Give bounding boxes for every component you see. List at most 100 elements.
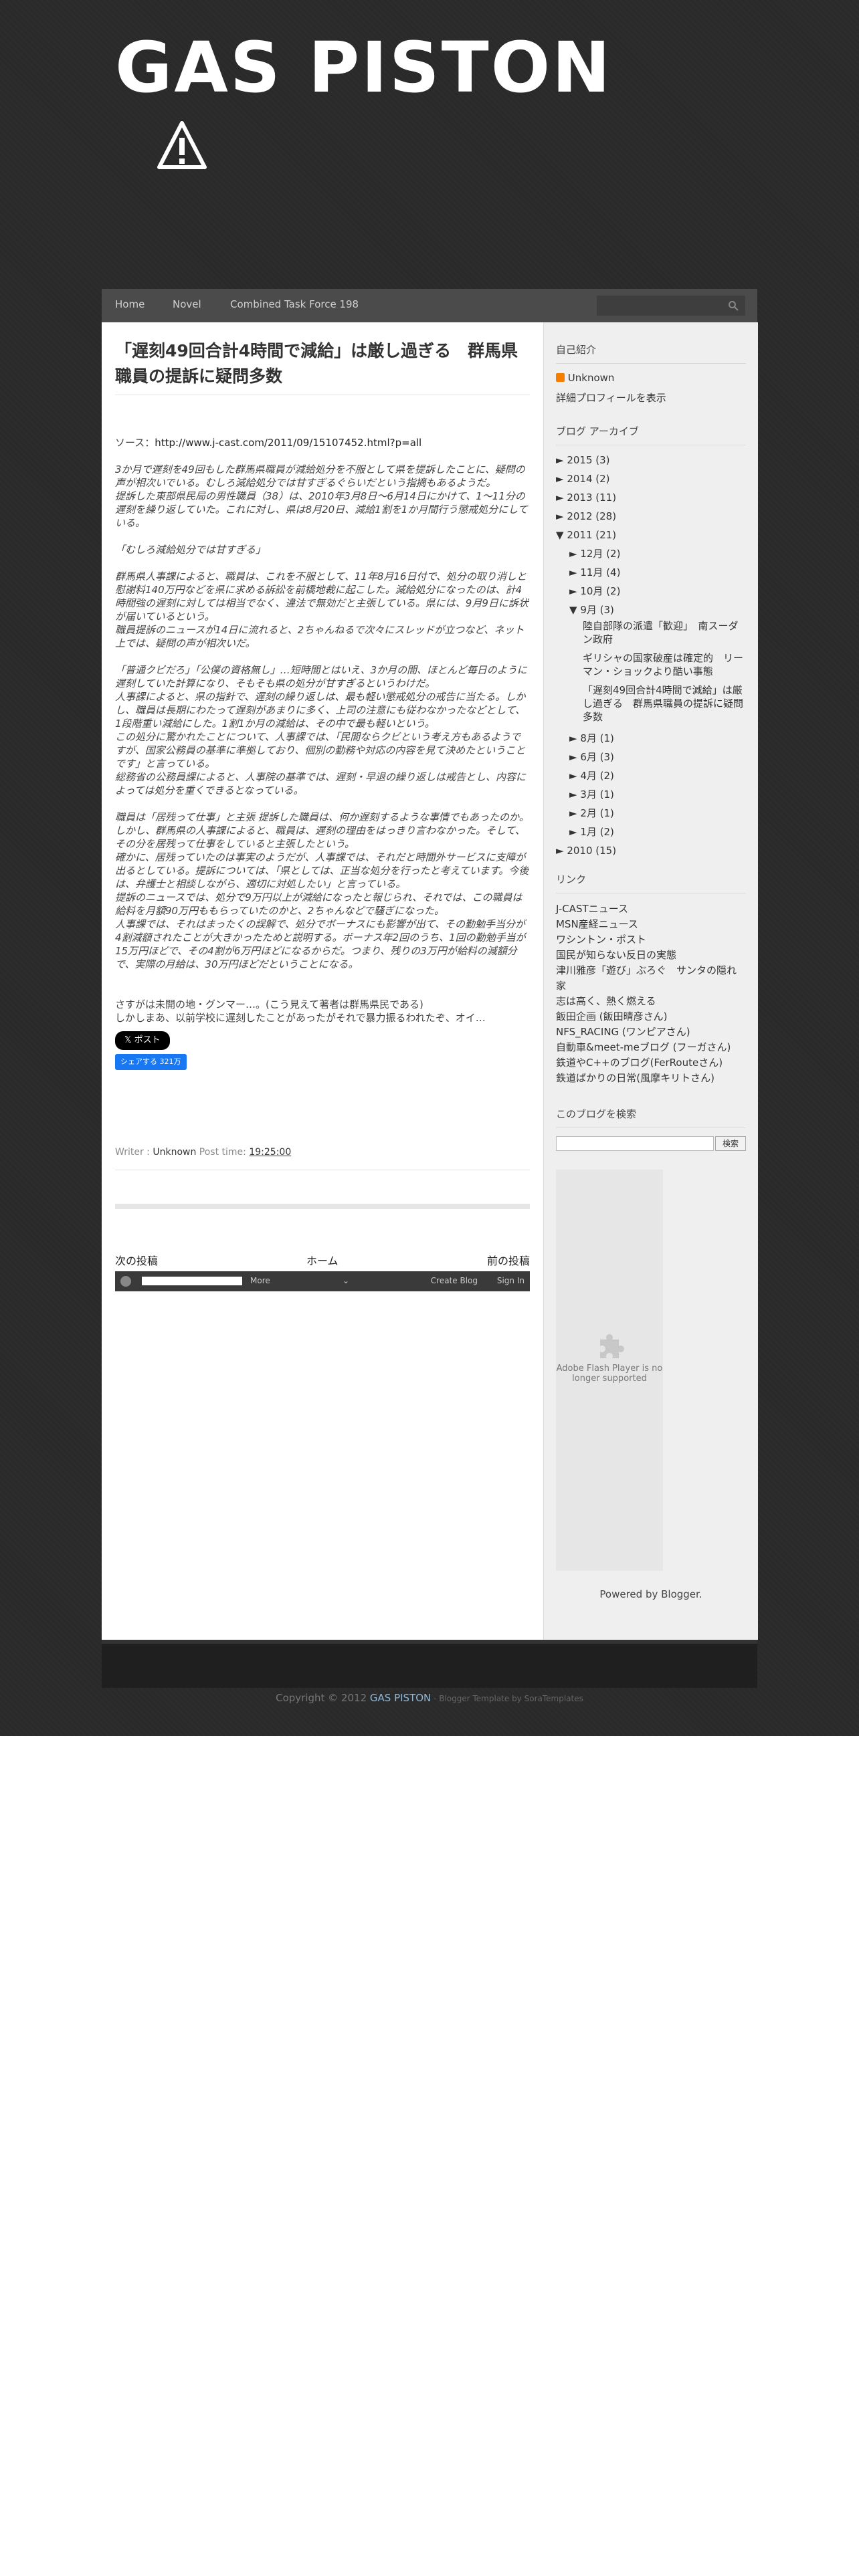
archive-item[interactable]: ► 10月 (2) [556,582,746,601]
blogger-logo-icon[interactable] [120,1276,131,1287]
archive-period-link[interactable]: 10月 [580,585,603,597]
sidebar-link[interactable]: 自動車&meet-meブログ (フーガさん) [556,1040,746,1055]
blog-title[interactable]: GAS PISTON [115,27,612,108]
expand-toggle-icon[interactable]: ► [569,548,580,560]
archive-item[interactable]: ► 12月 (2) [556,544,746,563]
newer-post-link[interactable]: 次の投稿 [115,1252,158,1268]
post-time[interactable]: 19:25:00 [249,1147,291,1158]
expand-toggle-icon[interactable]: ► [556,492,567,504]
sidebar-link[interactable]: J-CASTニュース [556,901,746,917]
archive-item[interactable]: ► 2010 (15) [556,841,746,860]
archive-item[interactable]: ► 2013 (11) [556,488,746,507]
expand-toggle-icon[interactable]: ► [569,585,580,597]
archive-count: (2) [596,826,614,838]
archive-period-link[interactable]: 9月 [580,604,597,616]
expand-toggle-icon[interactable]: ► [569,770,580,782]
sidebar-link[interactable]: MSN産経ニュース [556,917,746,932]
x-post-button[interactable]: 𝕏 ポスト [115,1031,170,1050]
archive-period-link[interactable]: 2011 [567,529,592,541]
blogger-search-input[interactable] [142,1277,242,1285]
archive-count: (15) [592,845,617,857]
archive-period-link[interactable]: 1月 [580,826,597,838]
expand-toggle-icon[interactable]: ► [569,807,580,819]
archive-period-link[interactable]: 2015 [567,454,592,466]
blogger-navbar: More ⌄ Create Blog Sign In [115,1271,530,1291]
sidebar-link[interactable]: NFS_RACING (ワンピアさん) [556,1025,746,1040]
nav-combined-task-force[interactable]: Combined Task Force 198 [230,298,359,310]
expand-toggle-icon[interactable]: ► [556,510,567,522]
archive-item[interactable]: ► 2014 (2) [556,469,746,488]
links-widget: リンク J-CASTニュース MSN産経ニュース ワシントン・ポスト 国民が知らない反… [556,872,746,1086]
widget-title: リンク [556,873,587,885]
expand-toggle-icon[interactable]: ► [556,473,567,485]
archive-item[interactable]: ▼ 2011 (21) [556,526,746,544]
archive-period-link[interactable]: 2010 [567,845,592,857]
collapse-toggle-icon[interactable]: ▼ [569,604,580,616]
archive-period-link[interactable]: 8月 [580,732,597,744]
archive-post-link[interactable]: ギリシャの国家破産は確定的 リーマン・ショックより酷い事態 [583,651,746,678]
archive-item[interactable]: ► 3月 (1) [556,785,746,804]
archive-period-link[interactable]: 2014 [567,473,592,485]
expand-toggle-icon[interactable]: ► [556,845,567,857]
archive-item[interactable]: ► 1月 (2) [556,823,746,841]
post-author[interactable]: Unknown [153,1147,196,1158]
footer-bar [102,1640,757,1688]
source-link[interactable]: http://www.j-cast.com/2011/09/15107452.h… [155,437,421,449]
archive-period-link[interactable]: 4月 [580,770,597,782]
nav-search-input[interactable] [597,296,745,316]
archive-period-link[interactable]: 2月 [580,807,597,819]
powered-by-blogger[interactable]: Powered by Blogger. [544,1588,758,1600]
search-icon[interactable] [728,300,739,311]
footer-vendor-link[interactable]: SoraTemplates [524,1694,583,1703]
post-title[interactable]: 「遅刻49回合計4時間で減給」は厳し過ぎる 群馬県職員の提訴に疑問多数 [115,338,523,389]
archive-period-link[interactable]: 2013 [567,492,592,504]
sidebar-link[interactable]: ワシントン・ポスト [556,932,746,948]
archive-period-link[interactable]: 12月 [580,548,603,560]
home-link[interactable]: ホーム [306,1252,339,1268]
nav-home[interactable]: Home [115,298,145,310]
archive-item[interactable]: ► 6月 (3) [556,748,746,766]
expand-toggle-icon[interactable]: ► [556,454,567,466]
sidebar-link[interactable]: 志は高く、熱く燃える [556,994,746,1009]
expand-toggle-icon[interactable]: ► [569,751,580,763]
archive-period-link[interactable]: 6月 [580,751,597,763]
expand-toggle-icon[interactable]: ► [569,788,580,800]
archive-period-link[interactable]: 3月 [580,788,597,800]
archive-item[interactable]: ► 8月 (1) [556,729,746,748]
collapse-toggle-icon[interactable]: ▼ [556,529,567,541]
footer-blog-link[interactable]: GAS PISTON [370,1692,431,1704]
archive-item[interactable]: ► 11月 (4) [556,563,746,582]
older-post-link[interactable]: 前の投稿 [487,1252,530,1268]
paragraph: 群馬県人事課によると、職員は、これを不服として、11年8月16日付で、処分の取り… [115,570,529,623]
archive-post-link[interactable]: 陸自部隊の派遣「歓迎」 南スーダン政府 [583,619,746,646]
create-blog-link[interactable]: Create Blog [431,1276,478,1285]
archive-item[interactable]: ► 2012 (28) [556,507,746,526]
expand-toggle-icon[interactable]: ► [569,732,580,744]
archive-item[interactable]: ► 2015 (3) [556,451,746,469]
archive-count: (21) [592,529,617,541]
chevron-down-icon[interactable]: ⌄ [343,1276,349,1285]
sidebar-link[interactable]: 鉄道ばかりの日常(風摩キリトさん) [556,1071,746,1086]
archive-item[interactable]: ► 2月 (1) [556,804,746,823]
sidebar-link[interactable]: 鉄道やC++のブログ(FerRouteさん) [556,1055,746,1071]
more-menu[interactable]: More [250,1276,270,1285]
blog-search-input[interactable] [556,1136,714,1151]
nav-novel[interactable]: Novel [173,298,201,310]
sidebar-link[interactable]: 津川雅彦「遊び」ぶろぐ サンタの隠れ家 [556,963,746,994]
profile-name-link[interactable]: Unknown [568,372,615,384]
archive-item[interactable]: ▼ 9月 (3) [556,601,746,619]
expand-toggle-icon[interactable]: ► [569,566,580,578]
archive-item[interactable]: ► 4月 (2) [556,766,746,785]
archive-list: ► 2015 (3) ► 2014 (2) ► 2013 (11) ► 2012 (2… [556,451,746,619]
expand-toggle-icon[interactable]: ► [569,826,580,838]
archive-post-link[interactable]: 「遅刻49回合計4時間で減給」は厳し過ぎる 群馬県職員の提訴に疑問多数 [583,683,746,724]
facebook-share-button[interactable]: シェアする 321万 [115,1054,187,1070]
sign-in-link[interactable]: Sign In [497,1276,524,1285]
archive-widget: ブログ アーカイブ ► 2015 (3) ► 2014 (2) ► 2013 (11… [556,424,746,860]
archive-period-link[interactable]: 2012 [567,510,592,522]
profile-detail-link[interactable]: 詳細プロフィールを表示 [556,391,746,405]
sidebar-link[interactable]: 国民が知らない反日の実態 [556,948,746,963]
archive-period-link[interactable]: 11月 [580,566,603,578]
search-button[interactable]: 検索 [715,1136,746,1151]
sidebar-link[interactable]: 飯田企画 (飯田晴彦さん) [556,1009,746,1025]
